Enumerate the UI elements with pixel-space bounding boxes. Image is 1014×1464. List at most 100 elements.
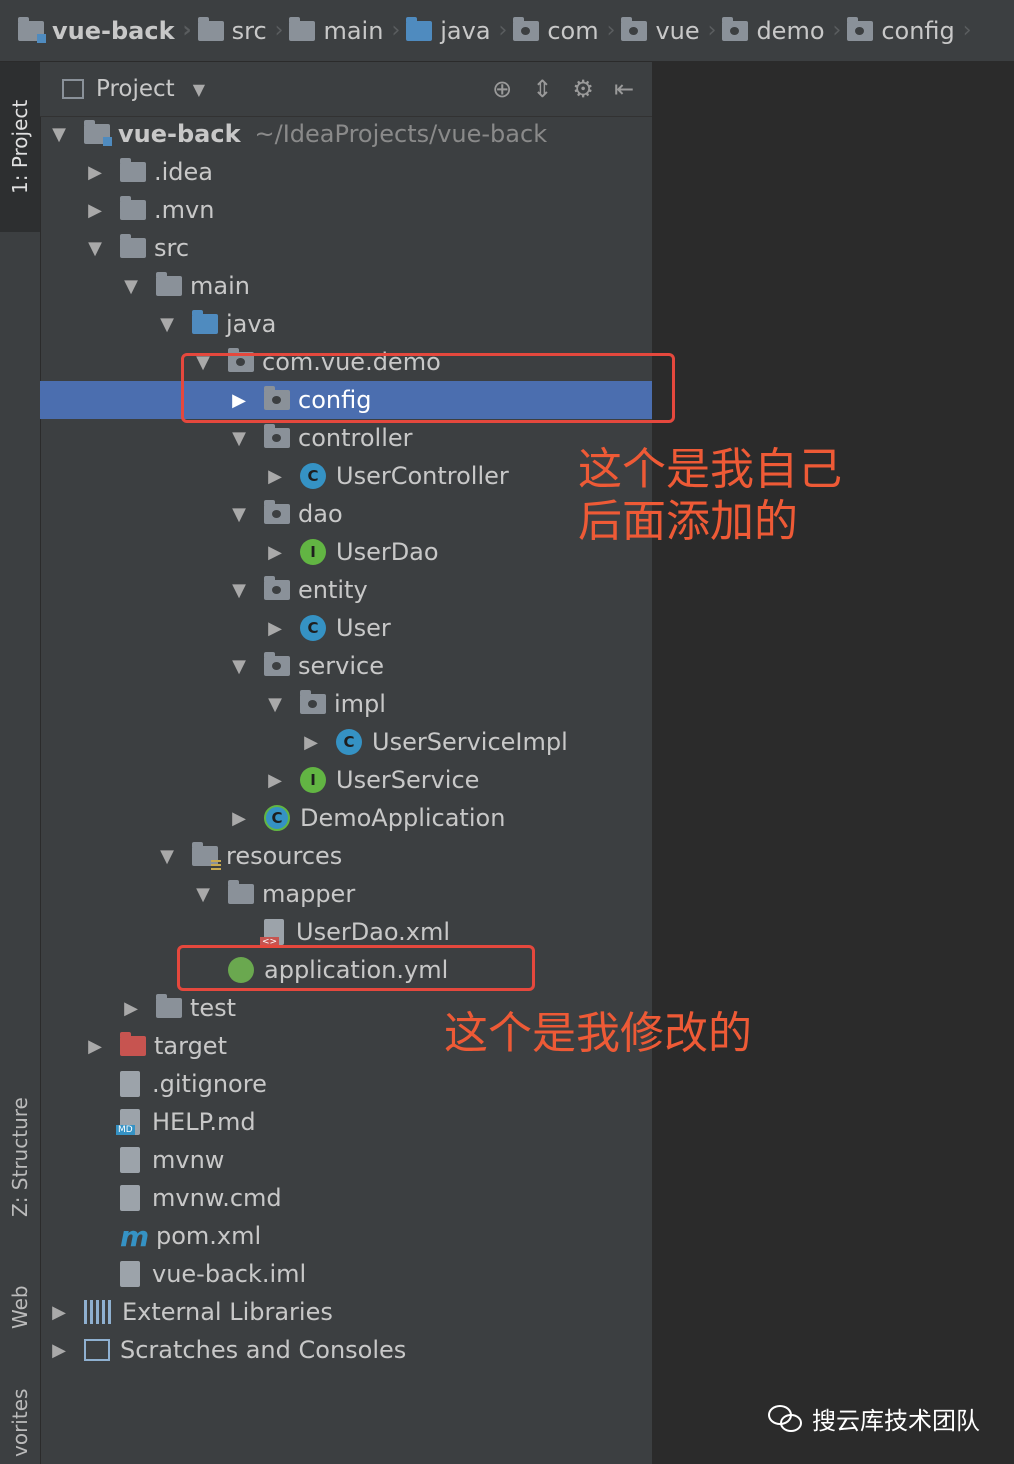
tree-node-idea[interactable]: ▶ .idea (40, 153, 652, 191)
xml-file-icon (260, 919, 284, 947)
expanded-arrow-icon[interactable]: ▼ (192, 884, 214, 905)
class-icon: C (300, 463, 326, 489)
folder-icon (156, 994, 182, 1018)
expanded-arrow-icon[interactable]: ▼ (228, 504, 250, 525)
tree-node-gitignore[interactable]: .gitignore (40, 1065, 652, 1103)
tree-node-userserviceimpl[interactable]: ▶ C UserServiceImpl (40, 723, 652, 761)
breadcrumb-item-demo[interactable]: demo › (722, 16, 847, 45)
expanded-arrow-icon[interactable]: ▼ (156, 846, 178, 867)
spring-boot-class-icon: C (264, 805, 290, 831)
package-icon (264, 576, 290, 600)
chevron-right-icon: › (707, 18, 717, 43)
libraries-icon (84, 1300, 112, 1324)
tab-web[interactable]: Web (0, 1262, 40, 1352)
folder-icon (156, 272, 182, 296)
folder-icon (197, 16, 224, 41)
tree-node-vue-back[interactable]: ▼ vue-back ~/IdeaProjects/vue-back (40, 115, 652, 153)
hide-icon[interactable]: ⇤ (614, 75, 634, 103)
tree-node-mvn[interactable]: ▶ .mvn (40, 191, 652, 229)
collapsed-arrow-icon[interactable]: ▶ (120, 998, 142, 1019)
watermark: 搜云库技术团队 (768, 1401, 980, 1436)
breadcrumb: vue-back › src › main › java › com › vue › dem… (0, 0, 1014, 62)
tree-node-help-md[interactable]: HELP.md (40, 1103, 652, 1141)
breadcrumb-item-src[interactable]: src › (197, 16, 290, 45)
breadcrumb-item-com[interactable]: com › (513, 16, 621, 45)
expanded-arrow-icon[interactable]: ▼ (264, 694, 286, 715)
tree-node-external-libraries[interactable]: ▶ External Libraries (40, 1293, 652, 1331)
interface-icon: I (300, 767, 326, 793)
collapsed-arrow-icon[interactable]: ▶ (84, 1036, 106, 1057)
collapsed-arrow-icon[interactable]: ▶ (84, 162, 106, 183)
tree-node-userdao[interactable]: ▶ I UserDao (40, 533, 652, 571)
tree-node-resources[interactable]: ▼ resources (40, 837, 652, 875)
expanded-arrow-icon[interactable]: ▼ (120, 276, 142, 297)
expanded-arrow-icon[interactable]: ▼ (228, 580, 250, 601)
package-icon (300, 690, 326, 714)
tree-node-pom-xml[interactable]: m pom.xml (40, 1217, 652, 1255)
tree-node-dao[interactable]: ▼ dao (40, 495, 652, 533)
tree-node-mvnw-cmd[interactable]: mvnw.cmd (40, 1179, 652, 1217)
tree-node-impl[interactable]: ▼ impl (40, 685, 652, 723)
source-folder-icon (192, 310, 218, 334)
tab-favorites[interactable]: vorites (0, 1382, 40, 1464)
expanded-arrow-icon[interactable]: ▼ (156, 314, 178, 335)
dropdown-arrow-icon: ▼ (192, 79, 206, 99)
tree-node-main[interactable]: ▼ main (40, 267, 652, 305)
collapsed-arrow-icon[interactable]: ▶ (84, 200, 106, 221)
tree-node-java[interactable]: ▼ java (40, 305, 652, 343)
chevron-right-icon: › (391, 18, 401, 43)
collapsed-arrow-icon[interactable]: ▶ (264, 618, 286, 639)
editor-area (652, 62, 1014, 1464)
module-folder-icon (84, 120, 112, 146)
collapsed-arrow-icon[interactable]: ▶ (264, 466, 286, 487)
maven-icon: m (120, 1219, 150, 1253)
folder-icon (289, 16, 316, 41)
folder-icon (120, 196, 146, 220)
tree-node-controller[interactable]: ▼ controller (40, 419, 652, 457)
chevron-right-icon: › (832, 18, 842, 43)
tab-project[interactable]: 1: Project (0, 62, 40, 232)
collapsed-arrow-icon[interactable]: ▶ (264, 542, 286, 563)
tree-node-usercontroller[interactable]: ▶ C UserController (40, 457, 652, 495)
target-icon[interactable]: ⊕ (492, 75, 512, 103)
tree-node-entity[interactable]: ▼ entity (40, 571, 652, 609)
collapsed-arrow-icon[interactable]: ▶ (48, 1340, 70, 1361)
highlight-box-config (181, 353, 675, 423)
breadcrumb-item-java[interactable]: java › (406, 16, 513, 45)
breadcrumb-item-main[interactable]: main › (289, 16, 406, 45)
expanded-arrow-icon[interactable]: ▼ (48, 124, 70, 145)
folder-icon (228, 880, 254, 904)
breadcrumb-item-config[interactable]: config › (847, 16, 977, 45)
tree-node-user[interactable]: ▶ C User (40, 609, 652, 647)
tree-node-mapper[interactable]: ▼ mapper (40, 875, 652, 913)
breadcrumb-item-vue-back[interactable]: vue-back › (18, 16, 198, 45)
project-view-selector[interactable]: Project ▼ (62, 76, 205, 102)
tree-node-scratches[interactable]: ▶ Scratches and Consoles (40, 1331, 652, 1369)
package-icon (264, 500, 290, 524)
collapsed-arrow-icon[interactable]: ▶ (264, 770, 286, 791)
collapsed-arrow-icon[interactable]: ▶ (228, 808, 250, 829)
tree-node-mvnw[interactable]: mvnw (40, 1141, 652, 1179)
interface-icon: I (300, 539, 326, 565)
collapsed-arrow-icon[interactable]: ▶ (48, 1302, 70, 1323)
package-icon (621, 16, 648, 41)
tree-node-src[interactable]: ▼ src (40, 229, 652, 267)
tree-node-service[interactable]: ▼ service (40, 647, 652, 685)
collapse-icon[interactable]: ⇕ (532, 75, 552, 103)
expanded-arrow-icon[interactable]: ▼ (228, 428, 250, 449)
tree-node-demoapplication[interactable]: ▶ C DemoApplication (40, 799, 652, 837)
chevron-right-icon: › (182, 18, 192, 43)
tree-node-vue-back-iml[interactable]: vue-back.iml (40, 1255, 652, 1293)
gear-icon[interactable]: ⚙ (572, 75, 594, 103)
expanded-arrow-icon[interactable]: ▼ (228, 656, 250, 677)
folder-icon (120, 158, 146, 182)
tab-structure[interactable]: Z: Structure (0, 1062, 40, 1252)
folder-icon (120, 234, 146, 258)
text-file-icon (120, 1147, 140, 1173)
tree-node-userservice[interactable]: ▶ I UserService (40, 761, 652, 799)
collapsed-arrow-icon[interactable]: ▶ (300, 732, 322, 753)
expanded-arrow-icon[interactable]: ▼ (84, 238, 106, 259)
annotation-modified-note: 这个是我修改的 (444, 1008, 752, 1059)
project-tree: ▼ vue-back ~/IdeaProjects/vue-back ▶ .id… (40, 115, 652, 1369)
breadcrumb-item-vue[interactable]: vue › (621, 16, 722, 45)
